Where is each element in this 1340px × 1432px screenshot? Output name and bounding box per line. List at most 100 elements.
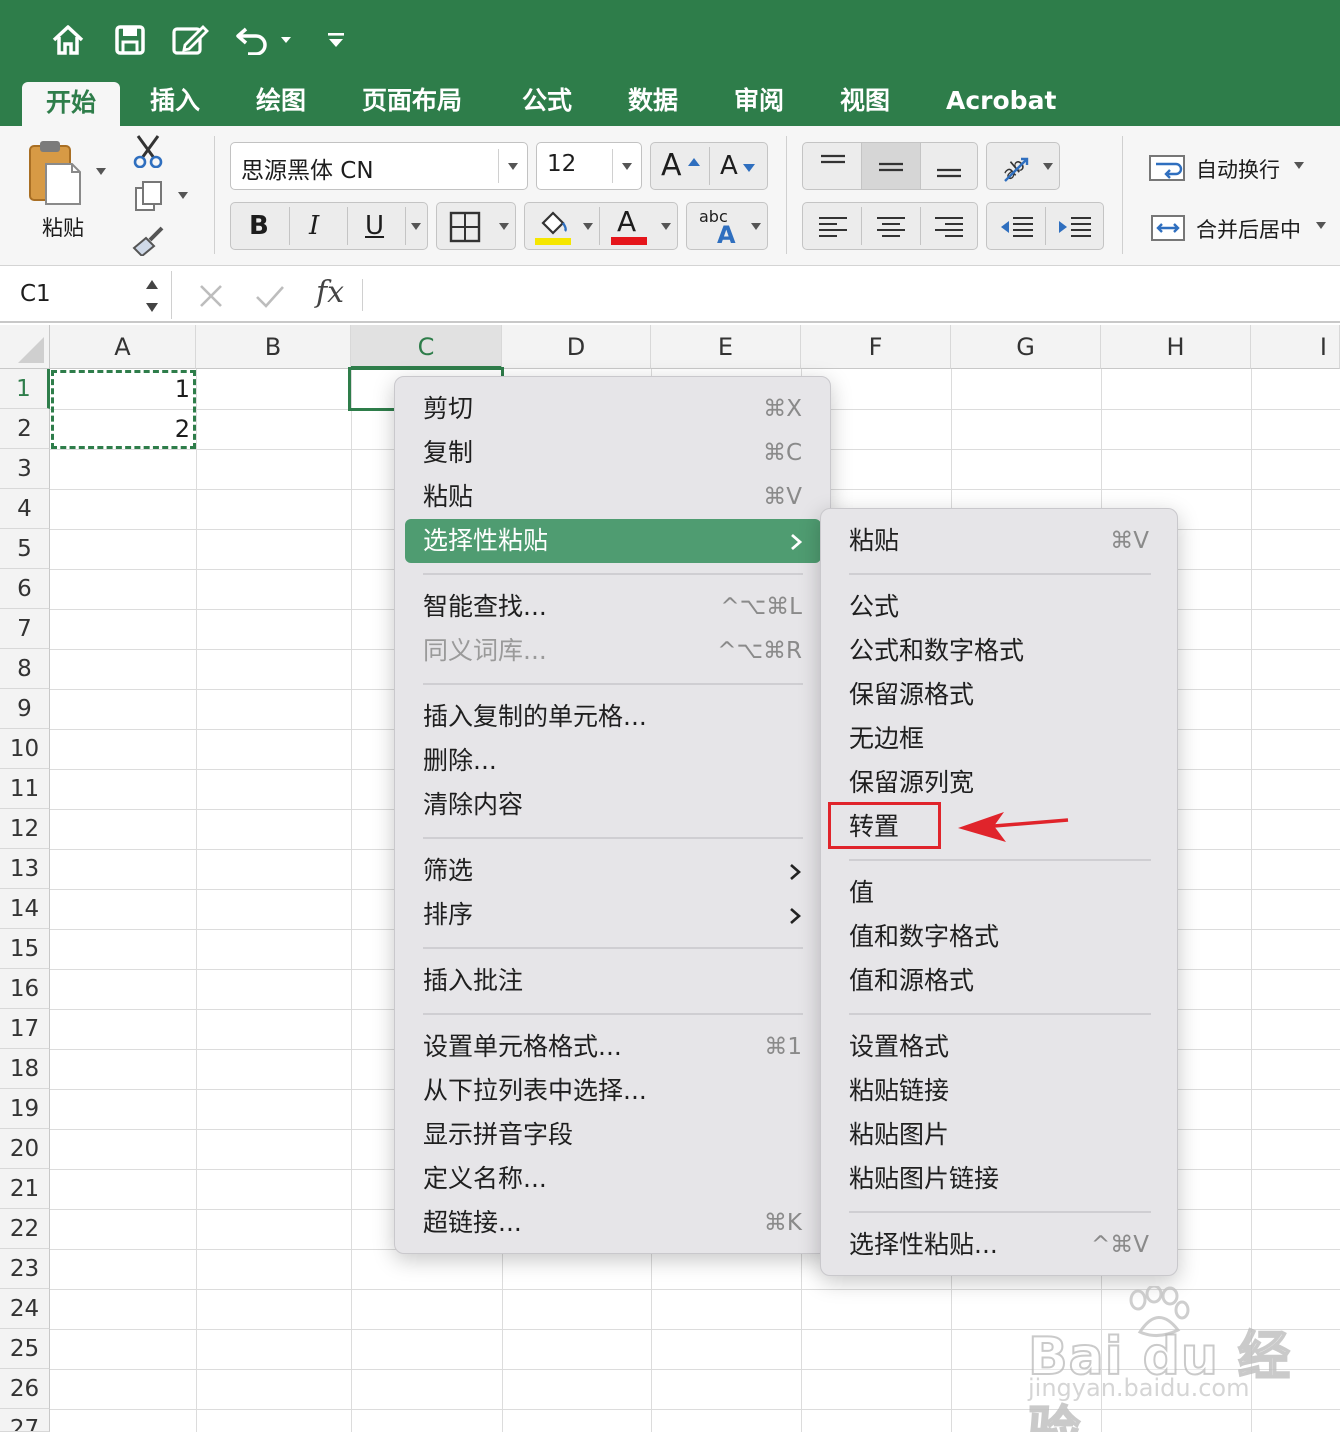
row-header[interactable]: 2 [0, 409, 50, 449]
row-header[interactable]: 23 [0, 1249, 50, 1289]
menu-item-paste-special[interactable]: 选择性粘贴 [405, 519, 821, 563]
row-header[interactable]: 22 [0, 1209, 50, 1249]
column-header-e[interactable]: E [651, 325, 801, 369]
row-header[interactable]: 7 [0, 609, 50, 649]
row-header[interactable]: 25 [0, 1329, 50, 1369]
column-header-h[interactable]: H [1101, 325, 1251, 369]
column-header-b[interactable]: B [196, 325, 351, 369]
menu-item-show-phonetic[interactable]: 显示拼音字段 [395, 1113, 830, 1157]
row-header[interactable]: 5 [0, 529, 50, 569]
row-header[interactable]: 9 [0, 689, 50, 729]
column-header-a[interactable]: A [50, 325, 196, 369]
undo-dropdown-icon[interactable] [274, 20, 298, 60]
row-header[interactable]: 27 [0, 1409, 50, 1432]
save-icon[interactable] [110, 20, 150, 60]
phonetic-button[interactable]: abc A [686, 202, 768, 250]
align-center-icon[interactable] [875, 215, 907, 239]
tab-insert[interactable]: 插入 [150, 80, 200, 126]
shrink-font-button[interactable]: A [710, 143, 768, 189]
borders-button[interactable] [436, 202, 516, 250]
row-header[interactable]: 16 [0, 969, 50, 1009]
borders-dropdown-icon[interactable] [499, 223, 509, 230]
column-header-c[interactable]: C [351, 325, 502, 369]
submenu-item-values-source-format[interactable]: 值和源格式 [821, 959, 1177, 1003]
tab-view[interactable]: 视图 [840, 80, 890, 126]
menu-item-pick-from-list[interactable]: 从下拉列表中选择... [395, 1069, 830, 1113]
bold-button[interactable]: B [249, 211, 269, 241]
orientation-button[interactable]: ab [986, 142, 1060, 190]
column-header-g[interactable]: G [951, 325, 1101, 369]
column-header-i[interactable]: I [1251, 325, 1340, 369]
row-header[interactable]: 19 [0, 1089, 50, 1129]
menu-item-delete[interactable]: 删除... [395, 739, 830, 783]
row-header[interactable]: 3 [0, 449, 50, 489]
select-all-button[interactable] [0, 325, 50, 369]
confirm-icon[interactable] [254, 283, 286, 309]
menu-item-sort[interactable]: 排序 [395, 893, 830, 937]
font-color-dropdown-icon[interactable] [661, 223, 671, 230]
align-top-icon[interactable] [819, 153, 847, 177]
row-header[interactable]: 4 [0, 489, 50, 529]
home-icon[interactable] [48, 20, 88, 60]
submenu-item-keep-source-width[interactable]: 保留源列宽 [821, 761, 1177, 805]
underline-button[interactable]: U [365, 211, 384, 241]
phonetic-dropdown-icon[interactable] [751, 223, 761, 230]
menu-item-thesaurus[interactable]: 同义词库... ^⌥⌘R [395, 629, 830, 673]
row-header[interactable]: 11 [0, 769, 50, 809]
tab-page-layout[interactable]: 页面布局 [362, 80, 462, 126]
wrap-text-dropdown-icon[interactable] [1294, 162, 1304, 169]
italic-button[interactable]: I [309, 211, 319, 241]
paste-dropdown-icon[interactable] [96, 168, 106, 175]
font-size-combo[interactable]: 12 [536, 142, 642, 190]
submenu-item-values[interactable]: 值 [821, 871, 1177, 915]
submenu-item-formulas[interactable]: 公式 [821, 585, 1177, 629]
row-header[interactable]: 8 [0, 649, 50, 689]
menu-item-insert-comment[interactable]: 插入批注 [395, 959, 830, 1003]
row-header[interactable]: 6 [0, 569, 50, 609]
insert-function-icon[interactable]: fx [316, 275, 344, 310]
name-box-stepper-icon[interactable] [144, 277, 160, 315]
align-middle-button[interactable] [861, 142, 921, 190]
copy-icon[interactable] [134, 180, 164, 216]
merge-center-button[interactable]: 合并后居中 [1146, 208, 1340, 248]
menu-item-filter[interactable]: 筛选 [395, 849, 830, 893]
row-header[interactable]: 21 [0, 1169, 50, 1209]
submenu-item-paste[interactable]: 粘贴 ⌘V [821, 519, 1177, 563]
menu-item-hyperlink[interactable]: 超链接... ⌘K [395, 1201, 830, 1245]
grow-font-button[interactable]: A [651, 143, 709, 189]
font-size-dropdown-icon[interactable] [622, 163, 632, 170]
fill-color-button[interactable] [533, 207, 573, 247]
tab-data[interactable]: 数据 [628, 80, 678, 126]
font-color-button[interactable]: A [609, 205, 649, 247]
name-box[interactable]: C1 [0, 271, 172, 319]
tab-review[interactable]: 审阅 [734, 80, 784, 126]
row-header[interactable]: 12 [0, 809, 50, 849]
fill-color-dropdown-icon[interactable] [583, 223, 593, 230]
row-header[interactable]: 20 [0, 1129, 50, 1169]
menu-item-copy[interactable]: 复制 ⌘C [395, 431, 830, 475]
row-header[interactable]: 26 [0, 1369, 50, 1409]
copy-dropdown-icon[interactable] [178, 192, 188, 199]
undo-icon[interactable] [232, 20, 272, 60]
font-name-dropdown-icon[interactable] [508, 163, 518, 170]
row-header[interactable]: 13 [0, 849, 50, 889]
menu-item-paste[interactable]: 粘贴 ⌘V [395, 475, 830, 519]
row-header[interactable]: 1 [0, 369, 50, 409]
format-painter-icon[interactable] [132, 226, 166, 260]
submenu-item-paste-link[interactable]: 粘贴链接 [821, 1069, 1177, 1113]
row-header[interactable]: 14 [0, 889, 50, 929]
menu-item-cut[interactable]: 剪切 ⌘X [395, 387, 830, 431]
row-header[interactable]: 15 [0, 929, 50, 969]
increase-indent-icon[interactable] [1057, 215, 1093, 239]
menu-item-define-name[interactable]: 定义名称... [395, 1157, 830, 1201]
submenu-item-no-borders[interactable]: 无边框 [821, 717, 1177, 761]
row-header[interactable]: 10 [0, 729, 50, 769]
decrease-indent-icon[interactable] [999, 215, 1035, 239]
tab-draw[interactable]: 绘图 [256, 80, 306, 126]
edit-document-icon[interactable] [170, 20, 210, 60]
font-name-combo[interactable]: 思源黑体 CN [230, 142, 528, 190]
menu-item-smart-lookup[interactable]: 智能查找... ^⌥⌘L [395, 585, 830, 629]
customize-toolbar-icon[interactable] [318, 20, 354, 60]
submenu-item-keep-source-format[interactable]: 保留源格式 [821, 673, 1177, 717]
tab-formulas[interactable]: 公式 [522, 80, 572, 126]
